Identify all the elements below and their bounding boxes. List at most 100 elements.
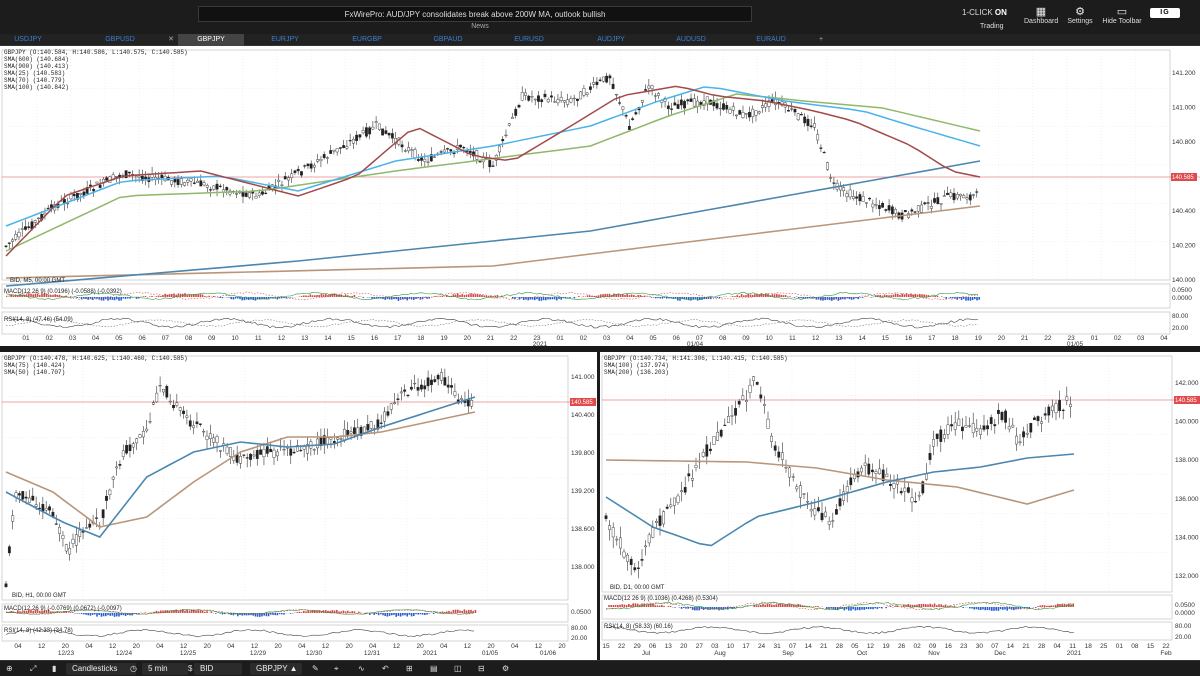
- macd-bar: [558, 297, 560, 299]
- candle-body: [572, 97, 576, 100]
- candle-body: [488, 160, 492, 168]
- candle-body: [58, 526, 62, 534]
- tab-eurgbp[interactable]: EURGBP: [334, 34, 400, 46]
- gear-icon[interactable]: ⚙: [502, 663, 509, 675]
- macd-bar: [982, 607, 984, 610]
- candle-body: [579, 91, 583, 100]
- interval-icon[interactable]: ◷: [130, 663, 137, 675]
- macd-bar: [204, 296, 206, 297]
- interval-select[interactable]: 5 min: [142, 663, 188, 675]
- candle-body: [666, 105, 670, 110]
- price-type-select[interactable]: BID: [194, 663, 242, 675]
- candle-body: [939, 429, 943, 442]
- candle-body: [676, 104, 680, 109]
- chart-canvas-m5[interactable]: 141.200141.000140.800140.600140.400140.2…: [0, 46, 1200, 346]
- macd-bar: [305, 295, 307, 297]
- tab-audjpy[interactable]: AUDJPY: [578, 34, 644, 46]
- macd-bar: [311, 295, 314, 297]
- time-axis-label: 03: [1137, 335, 1145, 342]
- tab-eurjpy[interactable]: EURJPY: [252, 34, 318, 46]
- trading-label[interactable]: Trading: [980, 23, 1003, 30]
- indicator-icon[interactable]: ∿: [358, 663, 365, 675]
- time-axis-label: 06: [649, 643, 657, 650]
- layout-quad-icon[interactable]: ⊟: [478, 663, 485, 675]
- macd-bar: [395, 613, 397, 617]
- tab-euraud[interactable]: EURAUD: [738, 34, 804, 46]
- candle-body: [914, 501, 917, 503]
- time-axis-label: 10: [727, 643, 735, 650]
- chart-type-select[interactable]: Candlesticks: [66, 663, 136, 675]
- candle-body: [363, 426, 366, 433]
- candle-body: [796, 113, 800, 121]
- macd-bar: [76, 613, 78, 614]
- macd-bar: [399, 613, 402, 617]
- macd-bar: [397, 613, 400, 616]
- hide-toolbar-button[interactable]: ▭ Hide Toolbar: [1102, 6, 1142, 25]
- macd-bar: [448, 610, 450, 613]
- candle-body: [986, 425, 989, 430]
- macd-bar: [12, 295, 15, 297]
- one-click-toggle[interactable]: 1-CLICK ON: [962, 8, 1007, 17]
- pencil-icon[interactable]: ✎: [312, 663, 319, 675]
- candle-body: [11, 239, 14, 242]
- bid-label: BID, D1, 00:00 GMT: [610, 585, 665, 591]
- candlestick-icon[interactable]: ▮: [52, 663, 56, 675]
- close-tab-icon[interactable]: ✕: [166, 34, 176, 46]
- layout-icon[interactable]: ▤: [430, 663, 438, 675]
- tab-eurusd[interactable]: EURUSD: [496, 34, 562, 46]
- tab-gbpusd[interactable]: GBPUSD: [84, 34, 156, 46]
- chart-pane-m5[interactable]: 141.200141.000140.800140.600140.400140.2…: [0, 46, 1200, 346]
- candle-body: [426, 377, 430, 387]
- candle-body: [517, 104, 521, 108]
- candle-body: [358, 134, 362, 138]
- instrument-select[interactable]: GBPJPY ▲: [250, 663, 302, 675]
- time-axis-label: 12: [38, 643, 46, 650]
- layout-split-icon[interactable]: ◫: [454, 663, 462, 675]
- crosshair-icon[interactable]: ⊕: [6, 663, 13, 675]
- price-type-icon[interactable]: $: [188, 663, 192, 675]
- candle-body: [440, 372, 443, 381]
- candle-body: [162, 388, 165, 393]
- chart-pane-h1[interactable]: 141.000 140.400 139.800 139.200 138.600 138.0…: [0, 352, 597, 660]
- macd-bar: [474, 294, 477, 297]
- instrument-value: GBPJPY: [256, 664, 288, 673]
- macd-bar: [470, 609, 472, 613]
- macd-bar: [472, 294, 474, 297]
- expand-icon[interactable]: ⤢: [30, 663, 36, 675]
- macd-bar: [149, 296, 151, 297]
- macd-bar: [113, 297, 116, 301]
- macd-bar: [888, 295, 890, 297]
- candle-body: [390, 133, 394, 139]
- macd-bar: [237, 297, 239, 299]
- time-axis-label: 12: [251, 643, 259, 650]
- undo-icon[interactable]: ↶: [382, 663, 389, 675]
- candle-body: [762, 404, 766, 406]
- tab-gbpjpy[interactable]: GBPJPY: [178, 34, 244, 46]
- macd-bar: [865, 607, 868, 610]
- macd-bar: [72, 612, 74, 613]
- macd-bar: [659, 297, 661, 299]
- add-tab-icon[interactable]: +: [815, 34, 827, 46]
- news-ticker[interactable]: FxWirePro: AUD/JPY consolidates break ab…: [198, 6, 752, 22]
- candle-body: [416, 159, 420, 161]
- candle-body: [202, 431, 206, 433]
- tab-audusd[interactable]: AUDUSD: [658, 34, 724, 46]
- chart-canvas-d1[interactable]: 142.000 140.000 138.000 136.000 134.000 132.0…: [600, 352, 1200, 660]
- chart-pane-d1[interactable]: 142.000 140.000 138.000 136.000 134.000 132.0…: [600, 352, 1200, 660]
- candle-body: [61, 535, 65, 539]
- time-axis-label: 20: [62, 643, 70, 650]
- candle-body: [1043, 413, 1047, 416]
- candle-body: [559, 96, 563, 101]
- tab-gbpaud[interactable]: GBPAUD: [415, 34, 481, 46]
- candle-body: [349, 431, 353, 434]
- instrument-tabs: USDJPY GBPUSD ✕ GBPJPY EURJPY EURGBP GBP…: [0, 34, 1200, 46]
- draw-tool-icon[interactable]: ⌖: [334, 663, 339, 675]
- chart-canvas-h1[interactable]: 141.000 140.400 139.800 139.200 138.600 138.0…: [0, 352, 597, 660]
- tab-usdjpy[interactable]: USDJPY: [0, 34, 56, 46]
- macd-bar: [536, 297, 538, 300]
- macd-bar: [219, 297, 221, 298]
- grid-icon[interactable]: ⊞: [406, 663, 413, 675]
- candle-body: [452, 152, 456, 155]
- settings-button[interactable]: ⚙ Settings: [1066, 6, 1094, 25]
- dashboard-button[interactable]: ▦ Dashboard: [1024, 6, 1058, 25]
